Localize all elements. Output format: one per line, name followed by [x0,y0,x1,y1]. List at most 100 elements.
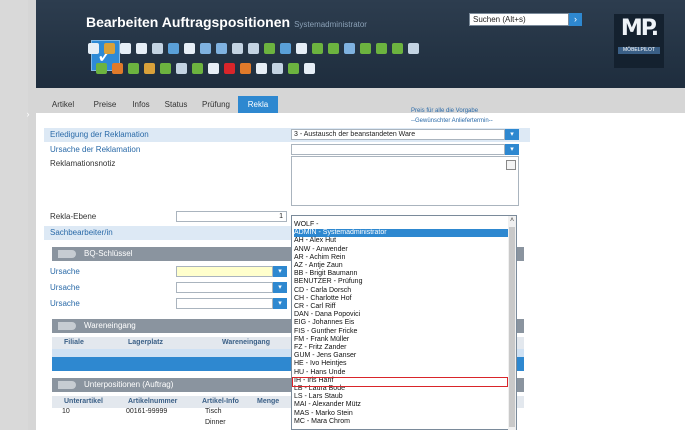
toolbar-icon[interactable] [296,43,307,54]
col-artikel-info[interactable]: Artikel-Info [202,396,239,408]
collapse-arrow-icon[interactable] [58,250,76,258]
toolbar-icon[interactable] [256,63,267,74]
reklamationsnotiz-textarea[interactable] [291,156,519,206]
ursache-dropdown-button[interactable]: ▾ [505,144,519,155]
toolbar-icon[interactable] [248,43,259,54]
dropdown-option[interactable]: AH - Alex Hut [294,237,508,245]
dropdown-option[interactable]: FIS - Gunther Fricke [294,328,508,336]
expand-sidebar-icon[interactable]: › [23,108,33,120]
toolbar-icon[interactable] [408,43,419,54]
col-unterartikel[interactable]: Unterartikel [64,396,103,408]
ebene-input[interactable]: 1 [176,211,287,222]
toolbar-icon[interactable] [216,43,227,54]
toolbar-icon[interactable] [360,43,371,54]
dropdown-option[interactable]: CD - Carla Dorsch [294,287,508,295]
bq-ursache-1-select[interactable] [176,266,273,277]
search-input[interactable]: Suchen (Alt+s) [469,13,569,26]
collapse-arrow-icon[interactable] [58,322,76,330]
cell-artikelnummer: 00161-99999 [126,408,168,415]
ursache-select[interactable] [291,144,505,155]
toolbar-icon[interactable] [128,63,139,74]
toolbar-icon[interactable] [280,43,291,54]
toolbar-icon[interactable] [192,63,203,74]
toolbar-icon[interactable] [168,43,179,54]
dropdown-option[interactable]: ADMIN - Systemadministrator [294,229,508,238]
erledigung-label: Erledigung der Reklamation [50,130,149,139]
toolbar-icon[interactable] [344,43,355,54]
toolbar-icon[interactable] [392,43,403,54]
toolbar-icon[interactable] [272,63,283,74]
cell-artikel-info: Tisch [205,408,222,415]
col-filiale[interactable]: Filiale [64,337,84,349]
search-button[interactable]: › [569,13,582,26]
toolbar-icon[interactable] [288,63,299,74]
tab-artikel[interactable]: Artikel [44,96,82,113]
toolbar-icon[interactable] [224,63,235,74]
left-gutter [0,0,28,430]
toolbar-icon[interactable] [88,43,99,54]
toolbar-icon[interactable] [232,43,243,54]
header-bar: Bearbeiten Auftragspositionen Systemadmin… [36,0,685,88]
tab-infos[interactable]: Infos [126,96,156,113]
dropdown-option[interactable]: MAI - Alexander Mütz [294,401,508,409]
toolbar-icon[interactable] [112,63,123,74]
dropdown-scroll-thumb[interactable] [509,227,515,427]
col-artikelnummer[interactable]: Artikelnummer [128,396,177,408]
dropdown-option[interactable]: ANW - Anwender [294,246,508,254]
toolbar-icon[interactable] [184,43,195,54]
dropdown-option[interactable]: EIG - Johannes Eis [294,319,508,327]
dropdown-option[interactable]: FM - Frank Müller [294,336,508,344]
tab-prüfung[interactable]: Prüfung [196,96,236,113]
dropdown-option[interactable]: HE - Ivo Heintjes [294,360,508,368]
bq-ursache-3-dropdown-button[interactable]: ▾ [273,298,287,309]
dropdown-option[interactable]: BB - Brigit Baumann [294,270,508,278]
toolbar-icon[interactable] [304,63,315,74]
col-wareneingang[interactable]: Wareneingang [222,337,270,349]
scroll-up-icon[interactable]: ˄ [508,217,516,225]
toolbar-icon[interactable] [176,63,187,74]
dropdown-option[interactable]: GUM - Jens Ganser [294,352,508,360]
tab-rekla[interactable]: Rekla [238,96,278,113]
dropdown-option[interactable]: AR - Achim Rein [294,254,508,262]
dropdown-option[interactable]: AZ - Antje Zaun [294,262,508,270]
tab-status[interactable]: Status [158,96,194,113]
tab-preise[interactable]: Preise [86,96,124,113]
toolbar-icon[interactable] [152,43,163,54]
toolbar-icon[interactable] [160,63,171,74]
dropdown-option[interactable]: DAN - Dana Popovici [294,311,508,319]
dropdown-option[interactable]: MAS - Marko Stein [294,410,508,418]
toolbar-icon[interactable] [376,43,387,54]
bq-ursache-2-dropdown-button[interactable]: ▾ [273,282,287,293]
dropdown-option[interactable]: CR - Carl Riff [294,303,508,311]
bq-ursache-3-select[interactable] [176,298,273,309]
dropdown-option[interactable]: FZ - Fritz Zander [294,344,508,352]
erledigung-select[interactable]: 3 - Austausch der beanstandeten Ware [291,129,505,140]
toolbar-icon[interactable] [208,63,219,74]
dropdown-option[interactable]: LS - Lars Staub [294,393,508,401]
dropdown-option[interactable]: WOLF - [294,221,508,229]
dropdown-option[interactable]: HU - Hans Unde [294,369,508,377]
toolbar-icon[interactable] [136,43,147,54]
col-lagerplatz[interactable]: Lagerplatz [128,337,163,349]
dropdown-option[interactable]: MC - Mara Chrom [294,418,508,426]
collapse-arrow-icon[interactable] [58,381,76,389]
toolbar-icon[interactable] [120,43,131,54]
bq-ursache-1-dropdown-button[interactable]: ▾ [273,266,287,277]
dropdown-option[interactable]: BENUTZER - Prüfung [294,278,508,286]
toolbar-icon[interactable] [328,43,339,54]
sachbearbeiter-dropdown-list[interactable]: WOLF - ADMIN - Systemadministrator AH - Al… [291,215,517,430]
toolbar-icon[interactable] [104,43,115,54]
erledigung-dropdown-button[interactable]: ▾ [505,129,519,140]
bq-ursache-2-select[interactable] [176,282,273,293]
dropdown-option[interactable]: CH - Charlotte Hof [294,295,508,303]
notes-scroll-icon[interactable] [506,160,516,170]
toolbar-icon[interactable] [144,63,155,74]
toolbar-icon[interactable] [240,63,251,74]
col-menge[interactable]: Menge [257,396,279,408]
toolbar-icon[interactable] [200,43,211,54]
toolbar-icon[interactable] [96,63,107,74]
toolbar-icon[interactable] [312,43,323,54]
toolbar-icon[interactable] [264,43,275,54]
current-user: Systemadministrator [294,20,367,29]
ebene-label: Rekla-Ebene [50,212,97,221]
